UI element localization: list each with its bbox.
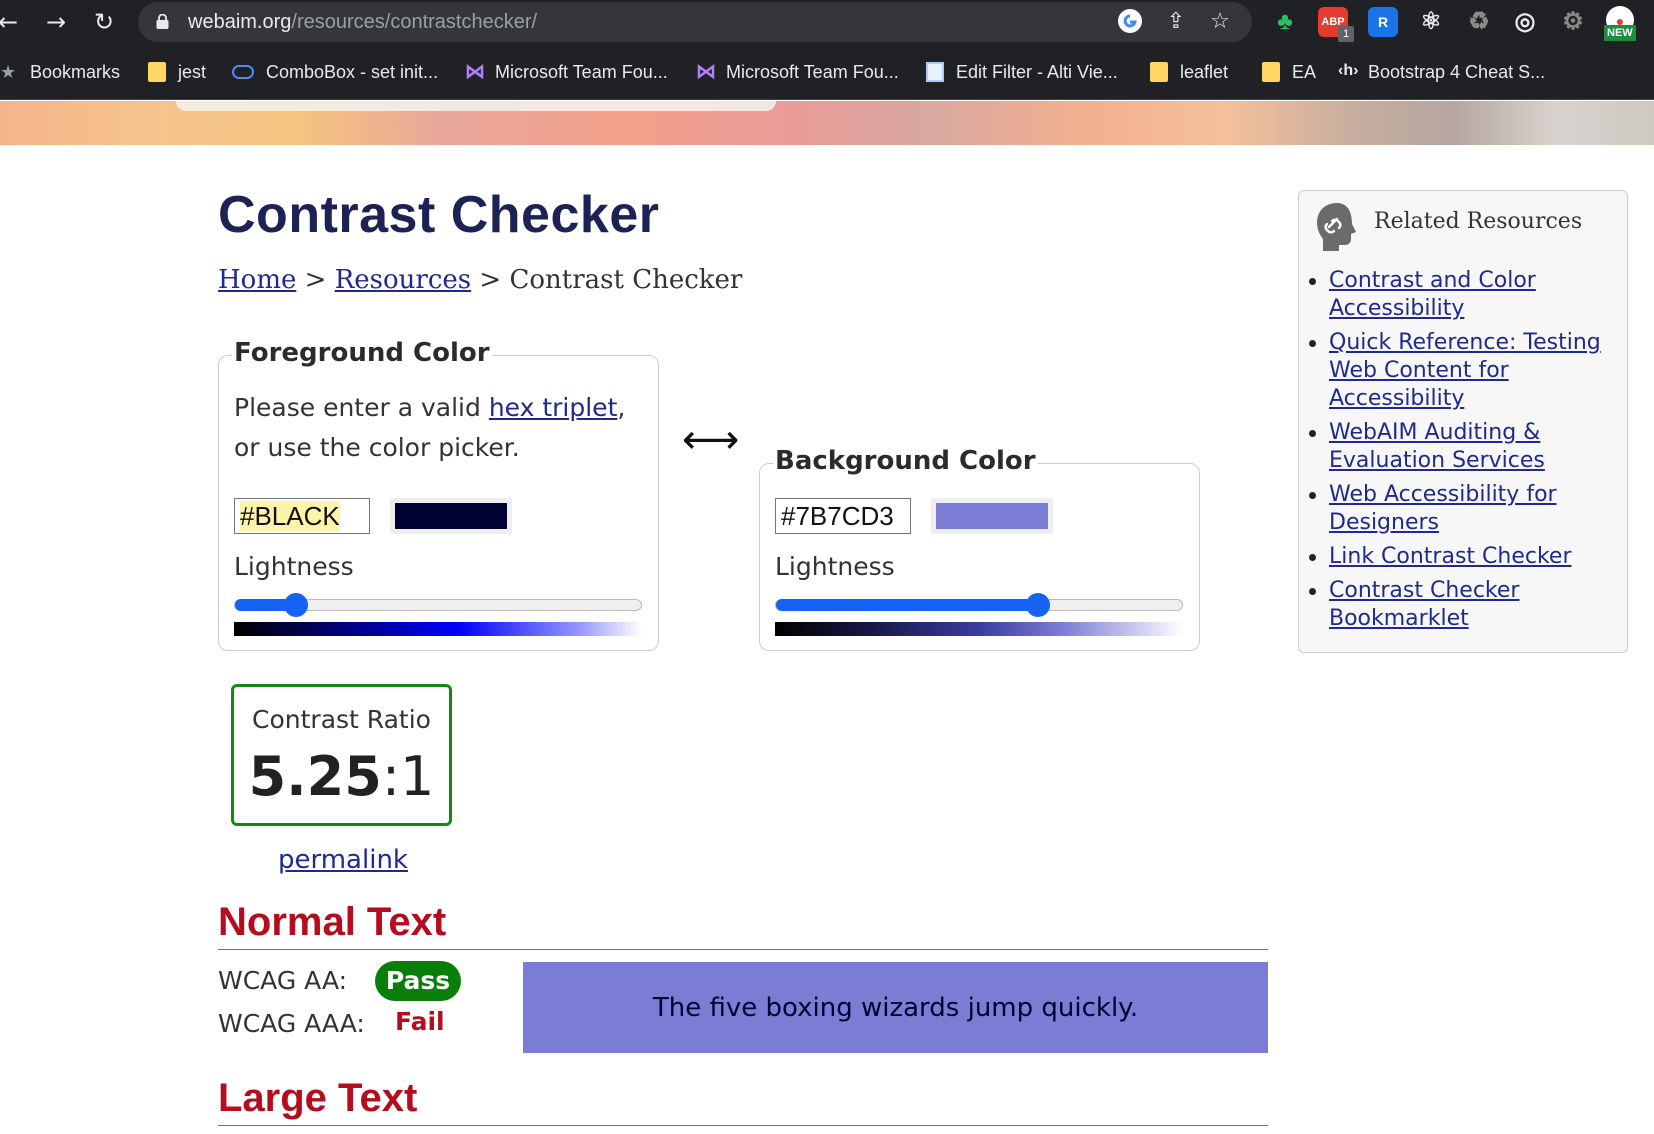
foreground-legend: Foreground Color xyxy=(232,338,492,368)
address-bar[interactable]: webaim.org/resources/contrastchecker/ ⇪ … xyxy=(138,2,1252,42)
list-item: WebAIM Auditing & Evaluation Services xyxy=(1309,419,1615,475)
breadcrumb-separator: > xyxy=(471,265,510,295)
wcag-aa-pass-badge: Pass xyxy=(375,961,461,1001)
foreground-slider-thumb[interactable] xyxy=(283,593,308,617)
background-slider-fill xyxy=(776,599,1038,611)
wcag-aaa-label: WCAG AAA: xyxy=(218,1009,365,1038)
list-item: Quick Reference: Testing Web Content for… xyxy=(1309,329,1615,413)
back-icon[interactable]: ← xyxy=(0,6,24,38)
bookmark-item[interactable]: ⋈ Microsoft Team Fou... xyxy=(696,58,899,86)
breadcrumb-current: Contrast Checker xyxy=(509,265,743,295)
wcag-aaa-fail-text: Fail xyxy=(395,1007,445,1036)
wcag-aa-label: WCAG AA: xyxy=(218,966,348,995)
hex-triplet-link[interactable]: hex triplet xyxy=(489,393,618,422)
lock-icon[interactable] xyxy=(156,14,169,29)
cloud-icon xyxy=(232,65,254,79)
foreground-lightness-gradient xyxy=(234,622,642,636)
permalink-link[interactable]: permalink xyxy=(278,845,408,875)
share-icon[interactable]: ⇪ xyxy=(1162,8,1190,36)
contrast-ratio-value: 5.25:1 xyxy=(248,745,435,808)
breadcrumb-separator: > xyxy=(296,265,335,295)
foreground-color-picker[interactable] xyxy=(390,498,512,534)
resource-link[interactable]: Contrast and Color Accessibility xyxy=(1329,268,1536,321)
forward-icon[interactable]: → xyxy=(40,6,72,38)
resource-link[interactable]: Link Contrast Checker xyxy=(1329,544,1572,569)
foreground-instructions: Please enter a valid hex triplet, or use… xyxy=(234,393,626,462)
background-lightness-slider[interactable] xyxy=(775,593,1183,617)
bookmark-star-icon[interactable]: ☆ xyxy=(1206,8,1234,36)
bookmark-item[interactable]: jest xyxy=(148,58,206,86)
list-item: Web Accessibility for Designers xyxy=(1309,481,1615,537)
resource-link[interactable]: Contrast Checker Bookmarklet xyxy=(1329,578,1519,631)
link-head-icon xyxy=(1317,203,1356,251)
related-resources-list: Contrast and Color Accessibility Quick R… xyxy=(1309,267,1615,637)
reload-icon[interactable]: ↻ xyxy=(88,6,120,38)
new-badge: NEW xyxy=(1604,25,1636,41)
background-hex-input[interactable]: #7B7CD3 xyxy=(775,498,911,534)
url-text[interactable]: webaim.org/resources/contrastchecker/ xyxy=(188,11,537,34)
folder-icon xyxy=(1262,62,1280,82)
bookmark-item[interactable]: leaflet xyxy=(1150,58,1228,86)
page-title: Contrast Checker xyxy=(218,186,660,244)
breadcrumb: Home > Resources > Contrast Checker xyxy=(218,265,742,295)
star-icon: ★ xyxy=(0,62,17,82)
swap-colors-icon[interactable]: ⟷ xyxy=(682,420,739,460)
foreground-lightness-slider[interactable] xyxy=(234,593,642,617)
visual-studio-icon: ⋈ xyxy=(465,61,485,83)
related-resources-title: Related Resources xyxy=(1374,209,1583,234)
resource-link[interactable]: Web Accessibility for Designers xyxy=(1329,482,1557,535)
list-item: Contrast and Color Accessibility xyxy=(1309,267,1615,323)
h-icon: ‹h› xyxy=(1338,62,1359,79)
foreground-hex-input[interactable]: #BLACK xyxy=(234,498,370,534)
large-text-heading: Large Text xyxy=(218,1076,1268,1126)
evernote-icon[interactable]: ♣ xyxy=(1270,7,1300,37)
recycle-icon[interactable]: ♻ xyxy=(1464,7,1494,37)
resource-link[interactable]: WebAIM Auditing & Evaluation Services xyxy=(1329,420,1545,473)
bookmark-item[interactable]: ⋈ Microsoft Team Fou... xyxy=(465,58,668,86)
target-icon[interactable]: ◎ xyxy=(1510,7,1540,37)
background-slider-thumb[interactable] xyxy=(1025,593,1050,617)
react-devtools-icon[interactable]: ⚛ xyxy=(1416,7,1446,37)
background-color-picker[interactable] xyxy=(931,498,1053,534)
bookmark-item[interactable]: EA xyxy=(1262,58,1316,86)
background-color-fieldset: Background Color #7B7CD3 Lightness xyxy=(759,446,1200,651)
background-lightness-label: Lightness xyxy=(775,552,895,581)
folder-icon xyxy=(1150,62,1168,82)
list-item: Contrast Checker Bookmarklet xyxy=(1309,577,1615,633)
bookmark-item[interactable]: ComboBox - set init... xyxy=(232,58,438,86)
browser-toolbar: ← → ↻ webaim.org/resources/contrastcheck… xyxy=(0,0,1654,44)
contrast-ratio-label: Contrast Ratio xyxy=(252,705,431,734)
bookmark-item[interactable]: ★ Bookmarks xyxy=(0,58,120,86)
google-icon[interactable] xyxy=(1116,8,1144,36)
foreground-swatch[interactable] xyxy=(395,503,507,529)
normal-text-heading: Normal Text xyxy=(218,900,1268,950)
normal-text-preview: The five boxing wizards jump quickly. xyxy=(523,962,1268,1053)
bookmarks-bar: ★ Bookmarks jest ComboBox - set init... ⋈… xyxy=(0,44,1654,100)
foreground-lightness-label: Lightness xyxy=(234,552,354,581)
bookmark-item[interactable]: Edit Filter - Alti Vie... xyxy=(926,58,1118,86)
document-icon xyxy=(926,62,944,82)
foreground-color-fieldset: Foreground Color Please enter a valid he… xyxy=(218,338,659,651)
related-resources-sidebar: Related Resources Contrast and Color Acc… xyxy=(1298,190,1628,653)
resource-link[interactable]: Quick Reference: Testing Web Content for… xyxy=(1329,330,1601,411)
visual-studio-icon: ⋈ xyxy=(696,61,716,83)
background-lightness-gradient xyxy=(775,622,1183,636)
banner-search-edge xyxy=(176,101,776,111)
folder-icon xyxy=(148,62,166,82)
breadcrumb-home-link[interactable]: Home xyxy=(218,265,296,295)
bookmark-item[interactable]: ‹h› Bootstrap 4 Cheat S... xyxy=(1338,58,1545,86)
background-legend: Background Color xyxy=(773,446,1038,476)
gear-icon[interactable]: ⚙ xyxy=(1558,7,1588,37)
r-extension-icon[interactable]: R xyxy=(1368,7,1398,37)
contrast-ratio-box: Contrast Ratio 5.25:1 xyxy=(231,684,452,826)
breadcrumb-resources-link[interactable]: Resources xyxy=(335,265,471,295)
background-swatch[interactable] xyxy=(936,503,1048,529)
adblock-count-badge: 1 xyxy=(1338,26,1354,42)
list-item: Link Contrast Checker xyxy=(1309,543,1615,571)
